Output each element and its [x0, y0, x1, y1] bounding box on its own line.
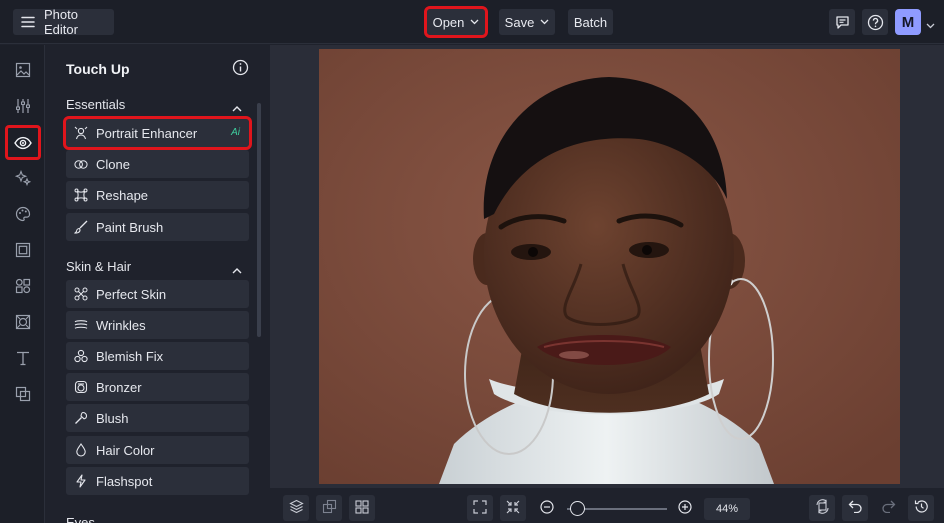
rotate-button[interactable] [809, 495, 835, 521]
chevron-up-icon[interactable] [232, 100, 242, 115]
rail-graphics-shapes-icon[interactable] [9, 272, 36, 299]
fit-to-screen-button[interactable] [467, 495, 493, 521]
drop-icon [74, 443, 88, 457]
rotate-icon [815, 499, 830, 517]
rail-text-icon[interactable] [9, 344, 36, 371]
tool-portrait-enhancer[interactable]: Portrait Enhancer Ai [63, 116, 252, 150]
bronzer-icon [74, 380, 88, 394]
wrinkles-icon [74, 318, 88, 332]
grid-view-button[interactable] [349, 495, 375, 521]
layers-icon [288, 499, 304, 517]
tool-label: Blush [96, 410, 129, 426]
tool-label: Blemish Fix [96, 348, 164, 364]
tool-clone[interactable]: Clone [66, 150, 249, 178]
batch-button-label: Batch [573, 14, 608, 30]
paint-brush-icon [74, 220, 88, 234]
rail-overlays-icon[interactable] [9, 380, 36, 407]
tool-hair-color[interactable]: Hair Color [66, 436, 249, 464]
zoom-slider-handle[interactable] [569, 501, 585, 516]
redo-button[interactable] [875, 495, 901, 521]
feedback-button[interactable] [829, 9, 855, 35]
grid-icon [355, 499, 369, 517]
history-button[interactable] [908, 495, 934, 521]
tool-label: Wrinkles [96, 317, 146, 333]
zoom-value[interactable]: 44% [704, 498, 750, 520]
tool-label: Paint Brush [96, 219, 164, 235]
rail-frames-icon[interactable] [9, 236, 36, 263]
tool-perfect-skin[interactable]: Perfect Skin [66, 280, 249, 308]
compare-button[interactable] [316, 495, 342, 521]
bottom-bar: 44% [270, 488, 944, 523]
reshape-icon [74, 188, 88, 202]
tool-label: Clone [96, 156, 130, 172]
tool-rail [0, 45, 45, 523]
redo-icon [881, 500, 896, 516]
shrink-icon [506, 500, 520, 517]
portrait-enhancer-icon [74, 126, 88, 140]
rail-touch-up-eye-icon[interactable] [5, 125, 41, 160]
expand-icon [473, 499, 487, 517]
hamburger-icon [21, 16, 35, 28]
editor-canvas[interactable] [270, 45, 944, 488]
tool-label: Bronzer [96, 379, 142, 395]
perfect-skin-icon [74, 287, 88, 301]
section-eyes-header[interactable]: Eyes [66, 515, 95, 523]
tool-flashspot[interactable]: Flashspot [66, 467, 249, 495]
blush-brush-icon [74, 411, 88, 425]
save-button[interactable]: Save [499, 9, 555, 35]
layers-button[interactable] [283, 495, 309, 521]
avatar[interactable]: M [895, 9, 921, 35]
chevron-down-icon [540, 19, 549, 25]
rail-effects-sparkle-icon[interactable] [9, 164, 36, 191]
tool-wrinkles[interactable]: Wrinkles [66, 311, 249, 339]
open-button[interactable]: Open [424, 6, 488, 38]
compare-icon [322, 499, 337, 517]
section-skin-hair-header[interactable]: Skin & Hair [66, 259, 131, 274]
save-button-label: Save [504, 14, 535, 30]
rail-image-icon[interactable] [9, 56, 36, 83]
batch-button[interactable]: Batch [568, 9, 613, 35]
tool-bronzer[interactable]: Bronzer [66, 373, 249, 401]
tool-label: Flashspot [96, 473, 153, 489]
info-icon[interactable] [232, 59, 249, 79]
tool-blush[interactable]: Blush [66, 404, 249, 432]
top-bar: Photo Editor Open Save Batch M [0, 0, 944, 44]
tool-reshape[interactable]: Reshape [66, 181, 249, 209]
portrait-photo[interactable] [319, 49, 900, 484]
section-essentials-header[interactable]: Essentials [66, 97, 125, 112]
undo-button[interactable] [842, 495, 868, 521]
zoom-out-icon[interactable] [540, 500, 554, 517]
chevron-up-icon[interactable] [232, 517, 242, 523]
open-button-label: Open [432, 14, 465, 30]
history-icon [914, 499, 929, 517]
tool-label: Hair Color [96, 442, 155, 458]
tool-blemish-fix[interactable]: Blemish Fix [66, 342, 249, 370]
app-title: Photo Editor [44, 7, 78, 37]
tool-label: Portrait Enhancer [96, 125, 198, 141]
tool-label: Reshape [96, 187, 149, 203]
chevron-up-icon[interactable] [232, 262, 242, 277]
clone-icon [74, 157, 88, 171]
panel-title: Touch Up [66, 61, 130, 77]
rail-artsy-palette-icon[interactable] [9, 200, 36, 227]
blemish-fix-icon [74, 349, 88, 363]
chevron-down-icon [470, 19, 479, 25]
tool-label: Perfect Skin [96, 286, 167, 302]
rail-adjust-icon[interactable] [9, 92, 36, 119]
menu-button[interactable]: Photo Editor [13, 7, 114, 37]
rail-textures-icon[interactable] [9, 308, 36, 335]
message-icon [835, 15, 850, 30]
zoom-in-icon[interactable] [678, 500, 692, 517]
chevron-down-icon[interactable] [926, 17, 935, 32]
actual-size-button[interactable] [500, 495, 526, 521]
tool-paint-brush[interactable]: Paint Brush [66, 213, 249, 241]
touch-up-panel: Touch Up Essentials Portrait Enhancer Ai… [46, 45, 269, 523]
lightning-icon [74, 474, 88, 488]
question-circle-icon [867, 14, 884, 31]
panel-scrollbar[interactable] [257, 103, 261, 337]
undo-icon [848, 500, 863, 516]
help-button[interactable] [862, 9, 888, 35]
ai-badge: Ai [231, 127, 240, 138]
